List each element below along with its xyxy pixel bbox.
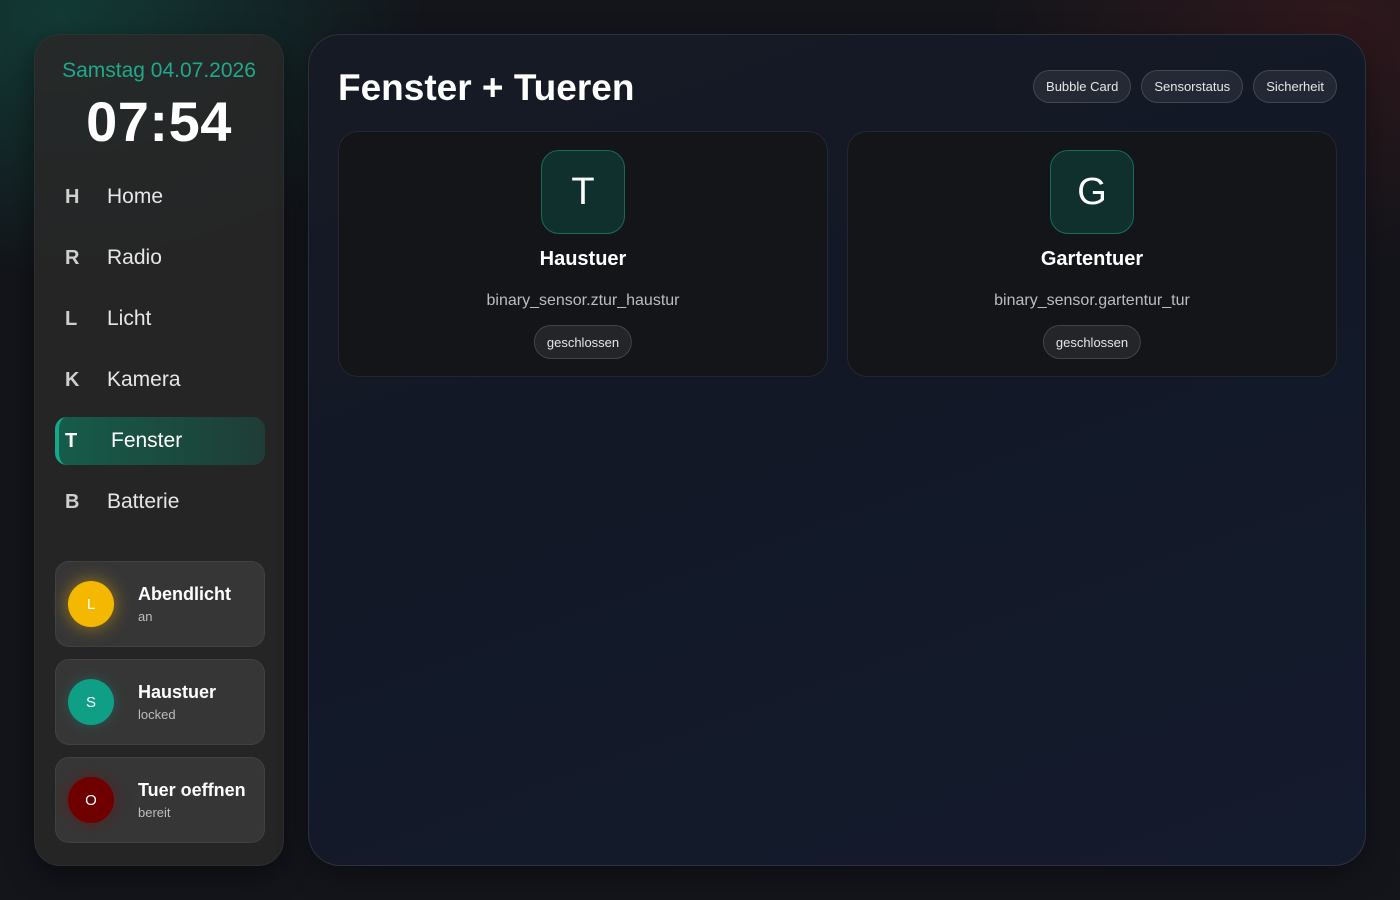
state-badge: geschlossen	[533, 325, 633, 359]
tile-title: Tuer oeffnen	[138, 780, 246, 800]
home-icon: H	[65, 185, 80, 208]
door-icon: T	[541, 150, 625, 234]
sidebar-item-label: Batterie	[107, 490, 180, 513]
sidebar-nav: H Home R Radio L Licht K Kamera T Fenste…	[55, 173, 265, 539]
light-icon: L	[68, 581, 114, 627]
tile-title: Haustuer	[138, 682, 217, 702]
sensor-card-haustuer[interactable]: T Haustuer binary_sensor.ztur_haustur ge…	[338, 131, 828, 377]
tile-text: Tuer oeffnen bereit	[138, 780, 246, 820]
chip-sicherheit[interactable]: Sicherheit	[1253, 70, 1337, 103]
sensor-card-gartentuer[interactable]: G Gartentuer binary_sensor.gartentur_tur…	[847, 131, 1337, 377]
tile-text: Abendlicht an	[138, 584, 231, 624]
sidebar-item-home[interactable]: H Home	[55, 173, 265, 221]
sidebar: Samstag 04.07.2026 07:54 H Home R Radio …	[34, 34, 284, 866]
sidebar-item-label: Licht	[107, 307, 152, 330]
sidebar-item-kamera[interactable]: K Kamera	[55, 356, 265, 404]
card-name: Haustuer	[539, 248, 627, 270]
battery-icon: B	[65, 490, 80, 513]
state-badge: geschlossen	[1042, 325, 1142, 359]
chip-sensorstatus[interactable]: Sensorstatus	[1141, 70, 1244, 103]
door-open-icon: O	[68, 777, 114, 823]
card-entity: binary_sensor.ztur_haustur	[486, 292, 680, 309]
clock-display: 07:54	[86, 90, 232, 153]
sidebar-item-label: Home	[107, 185, 164, 208]
camera-icon: K	[65, 368, 80, 391]
sidebar-item-radio[interactable]: R Radio	[55, 234, 265, 282]
tile-tuer-oeffnen[interactable]: O Tuer oeffnen bereit	[55, 757, 265, 843]
tile-haustuer[interactable]: S Haustuer locked	[55, 659, 265, 745]
garden-door-icon: G	[1050, 150, 1134, 234]
card-entity: binary_sensor.gartentur_tur	[994, 292, 1190, 309]
tile-status: locked	[138, 707, 176, 722]
chip-bar: Bubble Card Sensorstatus Sicherheit	[1033, 70, 1337, 103]
sidebar-item-licht[interactable]: L Licht	[55, 295, 265, 343]
sidebar-item-batterie[interactable]: B Batterie	[55, 478, 265, 526]
door-icon: T	[65, 429, 78, 452]
sidebar-item-label: Radio	[107, 246, 162, 269]
date-display: Samstag 04.07.2026	[62, 59, 256, 82]
chip-bubble-card[interactable]: Bubble Card	[1033, 70, 1132, 103]
lock-icon: S	[68, 679, 114, 725]
radio-icon: R	[65, 246, 80, 269]
tile-text: Haustuer locked	[138, 682, 216, 722]
tile-status: an	[138, 609, 153, 624]
tile-title: Abendlicht	[138, 584, 231, 604]
main-panel: Fenster + Tueren Bubble Card Sensorstatu…	[308, 34, 1366, 866]
sidebar-item-label: Kamera	[107, 368, 181, 391]
page-title: Fenster + Tueren	[338, 67, 635, 108]
light-icon: L	[65, 307, 78, 330]
tile-abendlicht[interactable]: L Abendlicht an	[55, 561, 265, 647]
card-name: Gartentuer	[1040, 248, 1144, 270]
tile-status: bereit	[138, 805, 171, 820]
sidebar-item-label: Fenster	[111, 429, 183, 452]
sidebar-item-fenster[interactable]: T Fenster	[55, 417, 265, 465]
